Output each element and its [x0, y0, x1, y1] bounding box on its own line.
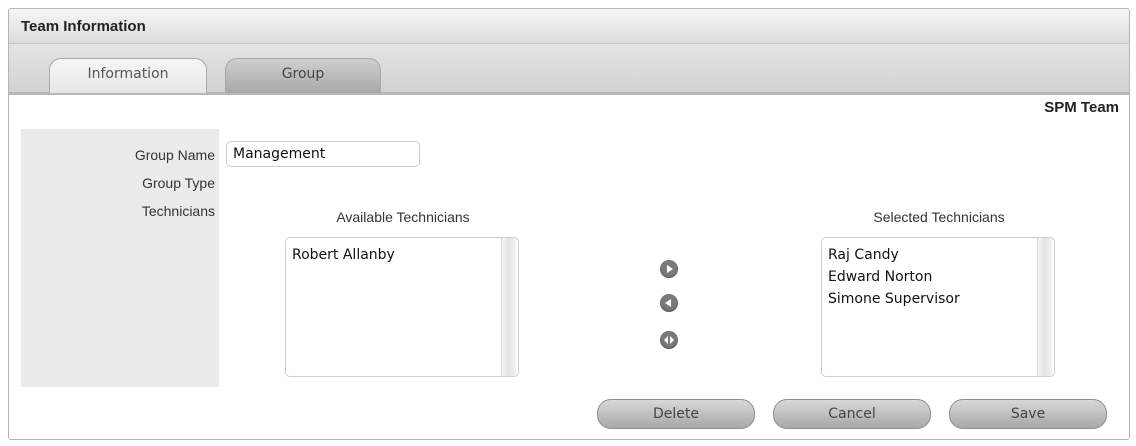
arrow-both-circle-icon: [664, 336, 674, 344]
move-right-button[interactable]: [660, 260, 678, 278]
arrow-right-circle-icon: [667, 265, 673, 273]
selected-technicians-list[interactable]: Raj Candy Edward Norton Simone Superviso…: [821, 237, 1055, 377]
team-information-panel: Team Information Information Group SPM T…: [8, 8, 1130, 440]
group-name-label: Group Name: [134, 147, 215, 163]
cancel-button[interactable]: Cancel: [773, 399, 931, 429]
tab-group[interactable]: Group: [225, 58, 381, 93]
tab-information[interactable]: Information: [49, 58, 207, 93]
label-column: Group Name Group Type Technicians: [21, 129, 219, 387]
arrow-left-circle-icon: [665, 299, 671, 307]
selected-list-scrollbar[interactable]: [1037, 238, 1052, 376]
selected-technician-item[interactable]: Raj Candy: [828, 244, 1032, 266]
available-technicians-list[interactable]: Robert Allanby: [285, 237, 519, 377]
team-name: SPM Team: [1044, 99, 1119, 116]
selected-technicians-title: Selected Technicians: [873, 209, 1005, 225]
panel-header: Team Information: [9, 9, 1129, 44]
move-both-button[interactable]: [660, 331, 678, 349]
team-form: SPM Team Group Name Group Type Technicia…: [9, 95, 1129, 439]
delete-button[interactable]: Delete: [597, 399, 755, 429]
available-technicians-title: Available Technicians: [336, 209, 470, 225]
available-technician-item[interactable]: Robert Allanby: [292, 244, 496, 266]
tab-bar: Information Group: [9, 44, 1129, 95]
panel-title: Team Information: [21, 18, 146, 35]
technicians-label: Technicians: [141, 203, 215, 219]
available-list-scrollbar[interactable]: [501, 238, 516, 376]
save-button[interactable]: Save: [949, 399, 1107, 429]
move-left-button[interactable]: [660, 294, 678, 312]
group-name-input[interactable]: [226, 141, 420, 167]
group-type-label: Group Type: [142, 175, 215, 191]
selected-technician-item[interactable]: Edward Norton: [828, 266, 1032, 288]
selected-technician-item[interactable]: Simone Supervisor: [828, 288, 1032, 310]
